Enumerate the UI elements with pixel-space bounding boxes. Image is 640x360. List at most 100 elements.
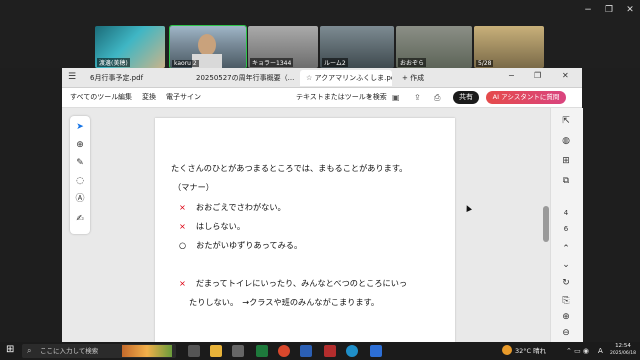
participant-tile[interactable]: kaoru 2 xyxy=(169,25,247,69)
document-line: ○ おたがいゆずりあってみる。 xyxy=(179,239,302,251)
new-tab-label: + 作成 xyxy=(402,74,425,82)
tab-label: アクアマリンふくしま.pdf xyxy=(314,74,392,82)
refresh-icon[interactable]: ↻ xyxy=(559,276,573,290)
participant-name: キョラー1344 xyxy=(250,58,294,67)
lasso-icon[interactable]: ◌ xyxy=(73,174,87,188)
excel-icon[interactable] xyxy=(256,345,268,357)
restore-icon[interactable]: ❐ xyxy=(601,4,617,16)
task-view-icon[interactable] xyxy=(188,345,200,357)
text-box-icon[interactable]: Ⓐ xyxy=(73,192,87,206)
taskbar-search-box[interactable]: ⌕ ここに入力して検索 xyxy=(22,344,176,358)
zoom-in-icon[interactable]: ⊕ xyxy=(559,310,573,324)
acrobat-window: ☰ 6月行事予定.pdf 20250527の周年行事概要（... ☆ アクアマリ… xyxy=(62,68,583,342)
participant-name: kaoru 2 xyxy=(172,60,199,67)
tab-document[interactable]: 6月行事予定.pdf xyxy=(84,70,180,86)
menu-icon[interactable]: ☰ xyxy=(68,72,76,82)
chevron-down-icon[interactable]: ⌄ xyxy=(559,258,573,272)
search-highlight-image xyxy=(122,345,172,357)
tab-label: 6月行事予定.pdf xyxy=(90,74,144,82)
document-line: × はしらない。 xyxy=(179,220,245,232)
save-page-icon[interactable]: ⎘ xyxy=(559,294,573,308)
scrollbar[interactable] xyxy=(543,108,549,342)
ime-indicator[interactable]: A xyxy=(598,342,603,360)
weather-icon[interactable] xyxy=(502,345,512,355)
circle-mark-icon: ○ xyxy=(179,240,187,250)
upload-icon[interactable]: ⇪ xyxy=(414,88,421,107)
line-text: おおごえでさわがない。 xyxy=(195,202,286,212)
windows-start-icon[interactable]: ⊞ xyxy=(6,344,14,355)
word-icon[interactable] xyxy=(300,345,312,357)
pdf-page: たくさんのひとがあつまるところでは、まもることがあります。 （マナー） × おおご… xyxy=(155,118,455,342)
document-line: × だまってトイレにいったり、みんなとべつのところにいっ xyxy=(179,277,407,289)
participant-tile[interactable]: 渡邊(美穂) xyxy=(95,26,165,68)
chevron-up-icon[interactable]: ⌃ xyxy=(559,242,573,256)
line-text: たりしない。 →クラスや班のみんながこまります。 xyxy=(189,297,380,307)
select-cursor-icon[interactable]: ➤ xyxy=(73,120,87,134)
zoom-app-icon[interactable] xyxy=(370,345,382,357)
document-line: たくさんのひとがあつまるところでは、まもることがあります。 xyxy=(171,162,407,174)
close-icon[interactable]: ✕ xyxy=(562,71,569,80)
search-icon: ⌕ xyxy=(27,346,32,355)
close-icon[interactable]: ✕ xyxy=(622,4,638,16)
page-number-total: 6 xyxy=(563,225,569,233)
zoom-icon[interactable]: ⊕ xyxy=(73,138,87,152)
app-icon[interactable] xyxy=(232,345,244,357)
organize-icon[interactable]: ⊞ xyxy=(559,154,573,168)
participant-tile[interactable]: 5/28 xyxy=(474,26,544,68)
comment-icon[interactable]: ◍ xyxy=(559,134,573,148)
page-number-current[interactable]: 4 xyxy=(559,206,573,220)
participant-tile[interactable]: おおぞら xyxy=(396,26,472,68)
tool-search[interactable]: テキストまたはツールを検索 xyxy=(296,88,387,107)
share-button[interactable]: 共有 xyxy=(453,91,479,104)
cross-mark-icon: × xyxy=(179,202,186,212)
new-tab-button[interactable]: + 作成 xyxy=(396,70,432,86)
pages-icon[interactable]: ⧉ xyxy=(559,174,573,188)
meeting-bar: − ❐ ✕ 渡邊(美穂) kaoru 2 キョラー1344 ルーム2 おおぞら … xyxy=(0,0,640,69)
document-line: × おおごえでさわがない。 xyxy=(179,201,286,213)
taskbar: ⊞ ⌕ ここに入力して検索 32°C 晴れ ⌃ ▭ ◉ A 12:54 2025… xyxy=(0,342,640,360)
menu-all-tools[interactable]: すべてのツール xyxy=(70,88,118,107)
acrobat-icon[interactable] xyxy=(324,345,336,357)
print-icon[interactable]: ⎙ xyxy=(434,88,440,107)
participant-tile[interactable]: ルーム2 xyxy=(320,26,394,68)
save-icon[interactable]: ▣ xyxy=(392,88,400,107)
mouse-cursor-icon xyxy=(464,204,472,212)
menu-convert[interactable]: 変換 xyxy=(142,88,156,107)
menu-edit[interactable]: 編集 xyxy=(118,88,132,107)
minimize-icon[interactable]: − xyxy=(508,71,515,80)
clock-date: 2025/06/18 xyxy=(610,351,636,356)
scrollbar-thumb[interactable] xyxy=(543,206,549,242)
file-explorer-icon[interactable] xyxy=(210,345,222,357)
stamp-icon[interactable]: ✍ xyxy=(73,212,87,226)
export-icon[interactable]: ⇱ xyxy=(559,114,573,128)
participant-name: 5/28 xyxy=(476,60,494,67)
participant-tile[interactable]: キョラー1344 xyxy=(248,26,318,68)
cross-mark-icon: × xyxy=(179,278,186,288)
cross-mark-icon: × xyxy=(179,221,186,231)
tab-document-active[interactable]: ☆ アクアマリンふくしま.pdf xyxy=(300,70,392,86)
restore-icon[interactable]: ❐ xyxy=(534,71,541,80)
line-text: おたがいゆずりあってみる。 xyxy=(196,240,303,250)
tab-label: 20250527の周年行事概要（... xyxy=(196,74,294,82)
taskbar-search-placeholder: ここに入力して検索 xyxy=(40,347,99,355)
edge-icon[interactable] xyxy=(346,345,358,357)
line-text: （マナー） xyxy=(173,182,214,192)
zoom-out-icon[interactable]: ⊖ xyxy=(559,326,573,340)
right-tool-panel: ⇱ ◍ ⊞ ⧉ 4 6 ⌃ ⌄ ↻ ⎘ ⊕ ⊖ xyxy=(550,108,583,342)
participant-name: おおぞら xyxy=(398,58,427,67)
search-icon[interactable]: ⌕ xyxy=(367,88,372,107)
chrome-icon[interactable] xyxy=(278,345,290,357)
star-icon[interactable]: ☆ xyxy=(306,74,315,82)
minimize-icon[interactable]: − xyxy=(580,4,596,16)
pen-icon[interactable]: ✎ xyxy=(73,156,87,170)
document-area: ➤ ⊕ ✎ ◌ Ⓐ ✍ たくさんのひとがあつまるところでは、まもることがあります… xyxy=(62,108,583,342)
clock[interactable]: 12:54 2025/06/18 xyxy=(608,343,638,357)
tray-icons[interactable]: ⌃ ▭ ◉ xyxy=(566,342,589,360)
weather-text[interactable]: 32°C 晴れ xyxy=(515,342,546,360)
line-text: はしらない。 xyxy=(195,221,246,231)
menu-e-sign[interactable]: 電子サイン xyxy=(166,88,201,107)
line-text: たくさんのひとがあつまるところでは、まもることがあります。 xyxy=(171,163,408,173)
tab-document[interactable]: 20250527の周年行事概要（... xyxy=(190,70,294,86)
document-line: たりしない。 →クラスや班のみんながこまります。 xyxy=(189,296,379,308)
ai-assistant-button[interactable]: AI アシスタントに質問 xyxy=(486,91,566,104)
